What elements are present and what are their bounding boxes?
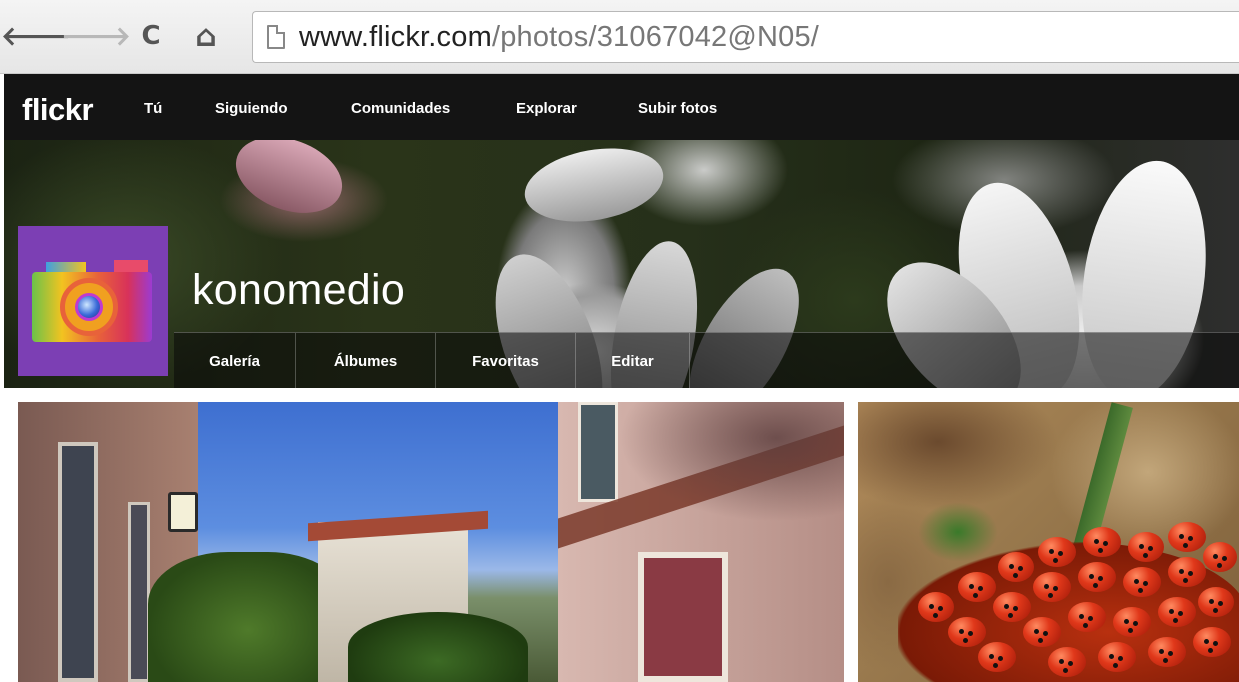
ladybug xyxy=(1168,522,1206,552)
petal-shape xyxy=(225,140,353,227)
url-host: www.flickr.com xyxy=(299,20,492,53)
ladybug xyxy=(1113,607,1151,637)
tab-label: Álbumes xyxy=(333,352,398,370)
flickr-logo[interactable]: flickr xyxy=(22,92,94,128)
tab-label: Favoritas xyxy=(472,352,539,370)
ladybug xyxy=(948,617,986,647)
ladybug xyxy=(1023,617,1061,647)
ladybug xyxy=(1033,572,1071,602)
ladybug xyxy=(1083,527,1121,557)
ladybug xyxy=(998,552,1034,582)
nav-link-siguiendo[interactable]: Siguiendo xyxy=(215,100,288,117)
door xyxy=(58,442,98,682)
ladybugs-photo[interactable] xyxy=(858,402,1239,682)
reload-icon[interactable]: C xyxy=(135,18,167,54)
window xyxy=(128,502,150,682)
home-icon[interactable]: ⌂ xyxy=(190,18,222,54)
tab-label: Galería xyxy=(209,352,260,370)
page-icon xyxy=(267,25,285,49)
tab-label: Editar xyxy=(611,352,654,370)
nav-link-comunidades[interactable]: Comunidades xyxy=(351,100,450,117)
tab-galeria[interactable]: Galería xyxy=(174,333,296,388)
street-photo[interactable] xyxy=(18,402,844,682)
ladybug xyxy=(1078,562,1116,592)
cover-photo: konomedio Galería Álbumes Favoritas Edit… xyxy=(4,140,1239,388)
ladybug xyxy=(1068,602,1106,632)
url-path: /photos/31067042@N05/ xyxy=(491,20,820,53)
profile-username: konomedio xyxy=(192,266,406,314)
avatar[interactable] xyxy=(18,226,168,376)
nav-link-subir-fotos[interactable]: Subir fotos xyxy=(638,100,717,117)
camera-lens-inner xyxy=(75,293,103,321)
ladybug xyxy=(1038,537,1076,567)
ladybug xyxy=(1128,532,1164,562)
tab-favoritas[interactable]: Favoritas xyxy=(436,333,576,388)
tree xyxy=(348,612,528,682)
back-arrow-icon[interactable]: 🡐 xyxy=(1,18,71,54)
ladybug xyxy=(1123,567,1161,597)
nav-link-explorar[interactable]: Explorar xyxy=(516,100,577,117)
nav-link-tu[interactable]: Tú xyxy=(144,100,162,117)
ladybug xyxy=(1198,587,1234,617)
ladybug xyxy=(918,592,954,622)
url-text[interactable]: www.flickr.com/photos/31067042@N05/ xyxy=(299,21,819,54)
ladybug xyxy=(1048,647,1086,677)
ladybug xyxy=(1158,597,1196,627)
browser-toolbar: 🡐 🡒 C ⌂ www.flickr.com/photos/31067042@N… xyxy=(0,0,1239,74)
ladybug xyxy=(1168,557,1206,587)
window xyxy=(578,402,618,502)
ladybug xyxy=(978,642,1016,672)
ladybug xyxy=(958,572,996,602)
petal-shape xyxy=(518,140,670,232)
flickr-top-nav: flickr Tú Siguiendo Comunidades Explorar… xyxy=(4,74,1239,140)
profile-tabs: Galería Álbumes Favoritas Editar xyxy=(174,332,1239,388)
camera-lens xyxy=(60,278,118,336)
street-lamp xyxy=(168,492,198,532)
address-bar[interactable]: www.flickr.com/photos/31067042@N05/ xyxy=(252,11,1239,63)
ladybug xyxy=(1148,637,1186,667)
door xyxy=(638,552,728,682)
ladybug xyxy=(993,592,1031,622)
forward-arrow-icon[interactable]: 🡒 xyxy=(61,18,131,54)
tab-editar[interactable]: Editar xyxy=(576,333,690,388)
branches xyxy=(618,402,844,522)
tab-albumes[interactable]: Álbumes xyxy=(296,333,436,388)
ladybug xyxy=(1098,642,1136,672)
ladybug xyxy=(1193,627,1231,657)
ladybug xyxy=(1203,542,1237,572)
